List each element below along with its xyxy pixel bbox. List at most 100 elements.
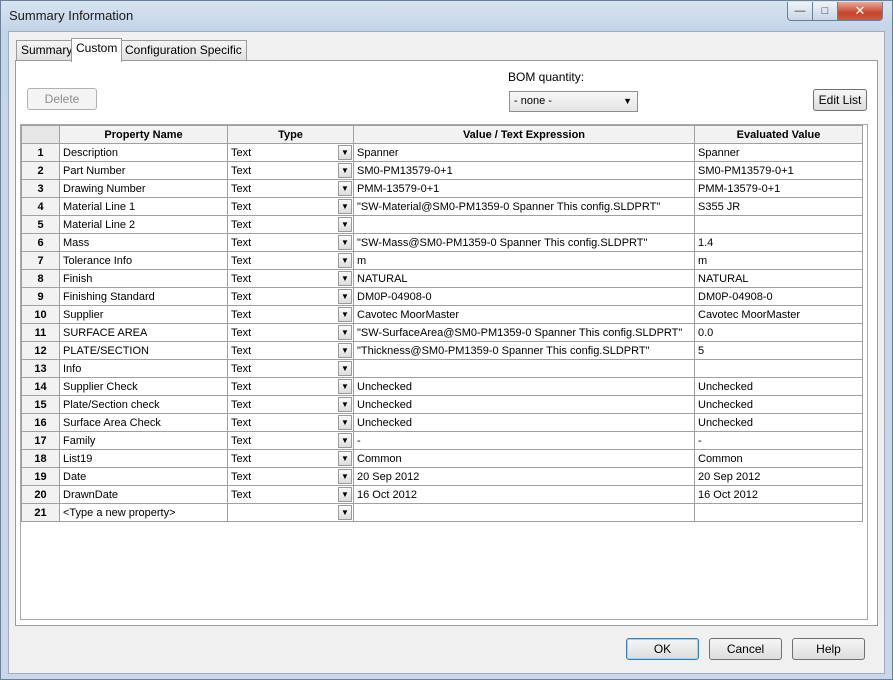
type-dropdown-icon[interactable] [338, 253, 352, 268]
type-dropdown-icon[interactable] [338, 217, 352, 232]
value-expression-cell[interactable]: Unchecked [353, 395, 695, 414]
table-row[interactable]: 9Finishing StandardText DM0P-04908-0DM0P-… [21, 287, 863, 306]
type-dropdown-icon[interactable] [338, 181, 352, 196]
row-number[interactable]: 17 [21, 431, 60, 450]
value-expression-cell[interactable]: PMM-13579-0+1 [353, 179, 695, 198]
property-name-cell[interactable]: Description [59, 143, 228, 162]
row-number[interactable]: 11 [21, 323, 60, 342]
tab-configuration-specific[interactable]: Configuration Specific [120, 40, 247, 60]
row-number[interactable]: 8 [21, 269, 60, 288]
type-cell[interactable]: Text [227, 341, 354, 360]
type-dropdown-icon[interactable] [338, 361, 352, 376]
type-cell[interactable]: Text [227, 161, 354, 180]
property-name-cell[interactable]: DrawnDate [59, 485, 228, 504]
table-row[interactable]: 15Plate/Section checkText UncheckedUnchec… [21, 395, 863, 414]
delete-button[interactable]: Delete [27, 88, 97, 110]
row-number[interactable]: 16 [21, 413, 60, 432]
property-name-cell[interactable]: List19 [59, 449, 228, 468]
type-dropdown-icon[interactable] [338, 487, 352, 502]
table-row[interactable]: 20DrawnDateText 16 Oct 201216 Oct 2012 [21, 485, 863, 504]
type-cell[interactable]: Text [227, 287, 354, 306]
type-cell[interactable]: Text [227, 377, 354, 396]
type-dropdown-icon[interactable] [338, 433, 352, 448]
column-header-type[interactable]: Type [227, 125, 354, 144]
property-name-cell[interactable]: Finish [59, 269, 228, 288]
row-number[interactable]: 10 [21, 305, 60, 324]
minimize-button[interactable]: — [787, 2, 813, 21]
type-cell[interactable]: Text [227, 305, 354, 324]
type-cell[interactable]: Text [227, 143, 354, 162]
table-row[interactable]: 13 Info Text [21, 359, 863, 378]
value-expression-cell[interactable]: - [353, 431, 695, 450]
value-expression-cell[interactable]: m [353, 251, 695, 270]
table-row[interactable]: 6MassText "SW-Mass@SM0-PM1359-0 Spanner T… [21, 233, 863, 252]
property-name-cell[interactable]: Part Number [59, 161, 228, 180]
tab-custom[interactable]: Custom [71, 38, 123, 62]
property-name-cell[interactable]: PLATE/SECTION [59, 341, 228, 360]
type-dropdown-icon[interactable] [338, 469, 352, 484]
type-cell[interactable]: Text [227, 323, 354, 342]
table-row[interactable]: 7Tolerance InfoText mm [21, 251, 863, 270]
row-number[interactable]: 13 [21, 359, 60, 378]
title-bar[interactable]: Summary Information — □ ✕ [1, 1, 892, 31]
property-name-cell[interactable]: Material Line 2 [59, 215, 228, 234]
value-expression-cell[interactable]: SM0-PM13579-0+1 [353, 161, 695, 180]
row-number[interactable]: 2 [21, 161, 60, 180]
row-number[interactable]: 7 [21, 251, 60, 270]
table-row[interactable]: 14Supplier CheckText UncheckedUnchecked [21, 377, 863, 396]
type-dropdown-icon[interactable] [338, 451, 352, 466]
type-dropdown-icon[interactable] [338, 163, 352, 178]
table-row[interactable]: 10SupplierText Cavotec MoorMasterCavotec … [21, 305, 863, 324]
row-number[interactable]: 6 [21, 233, 60, 252]
cancel-button[interactable]: Cancel [709, 638, 782, 660]
value-expression-cell[interactable]: Spanner [353, 143, 695, 162]
column-header-value[interactable]: Value / Text Expression [353, 125, 695, 144]
property-name-cell[interactable]: SURFACE AREA [59, 323, 228, 342]
value-expression-cell[interactable] [353, 503, 695, 522]
type-cell[interactable]: Text [227, 449, 354, 468]
type-cell[interactable]: Text [227, 215, 354, 234]
type-dropdown-icon[interactable] [338, 415, 352, 430]
type-dropdown-icon[interactable] [338, 379, 352, 394]
value-expression-cell[interactable]: Unchecked [353, 413, 695, 432]
row-number[interactable]: 21 [21, 503, 60, 522]
property-name-cell[interactable]: Material Line 1 [59, 197, 228, 216]
select-all-corner[interactable] [21, 125, 60, 144]
type-cell[interactable]: Text [227, 179, 354, 198]
value-expression-cell[interactable] [353, 359, 695, 378]
property-name-cell[interactable]: Supplier [59, 305, 228, 324]
type-cell[interactable]: Text [227, 467, 354, 486]
row-number[interactable]: 4 [21, 197, 60, 216]
value-expression-cell[interactable]: "SW-Material@SM0-PM1359-0 Spanner This c… [353, 197, 695, 216]
value-expression-cell[interactable]: Cavotec MoorMaster [353, 305, 695, 324]
type-cell[interactable]: Text [227, 395, 354, 414]
ok-button[interactable]: OK [626, 638, 699, 660]
value-expression-cell[interactable]: "SW-Mass@SM0-PM1359-0 Spanner This confi… [353, 233, 695, 252]
property-name-cell[interactable]: Finishing Standard [59, 287, 228, 306]
table-row[interactable]: 18List19Text CommonCommon [21, 449, 863, 468]
row-number[interactable]: 5 [21, 215, 60, 234]
table-row[interactable]: 12PLATE/SECTIONText "Thickness@SM0-PM1359… [21, 341, 863, 360]
table-row[interactable]: 16Surface Area CheckText UncheckedUncheck… [21, 413, 863, 432]
value-expression-cell[interactable]: 16 Oct 2012 [353, 485, 695, 504]
type-cell[interactable]: Text [227, 359, 354, 378]
property-name-cell[interactable]: Family [59, 431, 228, 450]
table-row[interactable]: 5 Material Line 2 Text [21, 215, 863, 234]
property-name-cell[interactable]: Plate/Section check [59, 395, 228, 414]
row-number[interactable]: 3 [21, 179, 60, 198]
column-header-evaluated-value[interactable]: Evaluated Value [694, 125, 863, 144]
row-number[interactable]: 1 [21, 143, 60, 162]
property-name-cell[interactable]: Tolerance Info [59, 251, 228, 270]
type-dropdown-icon[interactable] [338, 397, 352, 412]
value-expression-cell[interactable]: Unchecked [353, 377, 695, 396]
row-number[interactable]: 15 [21, 395, 60, 414]
type-dropdown-icon[interactable] [338, 307, 352, 322]
property-name-cell[interactable]: Info [59, 359, 228, 378]
table-row[interactable]: 19DateText 20 Sep 201220 Sep 2012 [21, 467, 863, 486]
type-dropdown-icon[interactable] [338, 343, 352, 358]
row-number[interactable]: 12 [21, 341, 60, 360]
table-row[interactable]: 11SURFACE AREAText "SW-SurfaceArea@SM0-PM… [21, 323, 863, 342]
property-name-cell[interactable]: Date [59, 467, 228, 486]
type-dropdown-icon[interactable] [338, 325, 352, 340]
tab-summary[interactable]: Summary [16, 40, 78, 60]
